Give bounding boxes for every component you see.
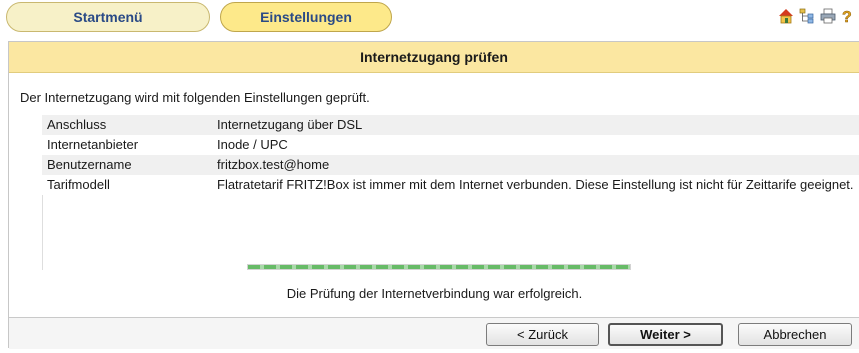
sitemap-icon[interactable] xyxy=(799,8,815,24)
tab-startmenu-label: Startmenü xyxy=(73,9,143,25)
back-button[interactable]: < Zurück xyxy=(486,323,599,346)
setting-value: Inode / UPC xyxy=(212,135,859,155)
svg-text:?: ? xyxy=(842,9,852,24)
setting-value: Internetzugang über DSL xyxy=(212,115,859,135)
printer-icon[interactable] xyxy=(820,8,836,24)
setting-key: Tarifmodell xyxy=(42,175,212,195)
page-title: Internetzugang prüfen xyxy=(9,42,859,73)
setting-value: fritzbox.test@home xyxy=(212,155,859,175)
table-row: Anschluss Internetzugang über DSL xyxy=(42,115,859,135)
main-panel: Internetzugang prüfen Der Internetzugang… xyxy=(8,41,859,349)
progress-bar xyxy=(247,264,631,270)
table-row: Internetanbieter Inode / UPC xyxy=(42,135,859,155)
cancel-button[interactable]: Abbrechen xyxy=(738,323,852,346)
tab-einstellungen[interactable]: Einstellungen xyxy=(220,2,392,32)
setting-value: Flatratetarif FRITZ!Box ist immer mit de… xyxy=(212,175,859,195)
tab-startmenu[interactable]: Startmenü xyxy=(6,2,210,32)
table-row: Benutzername fritzbox.test@home xyxy=(42,155,859,175)
setting-key: Benutzername xyxy=(42,155,212,175)
progress-fill xyxy=(248,265,630,269)
home-icon[interactable] xyxy=(778,8,794,24)
setting-key: Internetanbieter xyxy=(42,135,212,155)
button-bar: < Zurück Weiter > Abbrechen xyxy=(9,317,859,349)
intro-text: Der Internetzugang wird mit folgenden Ei… xyxy=(20,90,370,105)
help-icon[interactable]: ? xyxy=(841,8,857,27)
setting-key: Anschluss xyxy=(42,115,212,135)
tab-einstellungen-label: Einstellungen xyxy=(260,9,352,25)
settings-table: Anschluss Internetzugang über DSL Intern… xyxy=(42,115,859,195)
table-row: Tarifmodell Flatratetarif FRITZ!Box ist … xyxy=(42,175,859,195)
top-toolbar: ? xyxy=(778,8,857,27)
next-button[interactable]: Weiter > xyxy=(608,323,723,346)
result-message: Die Prüfung der Internetverbindung war e… xyxy=(286,286,583,301)
